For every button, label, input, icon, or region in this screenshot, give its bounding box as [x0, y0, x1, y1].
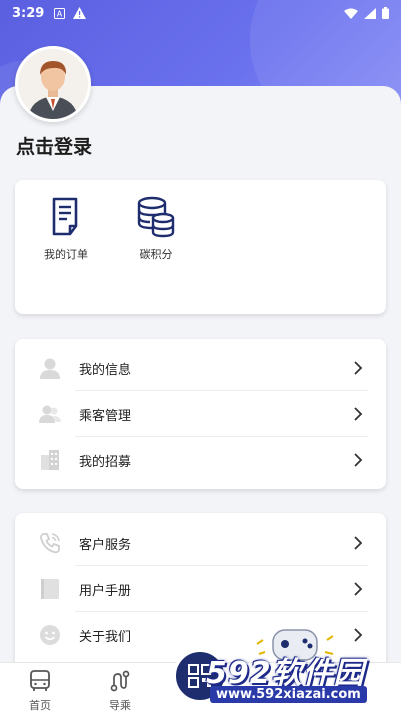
watermark-url: www.592xiazai.com: [210, 686, 367, 703]
avatar[interactable]: [15, 46, 91, 122]
chevron-right-icon: [354, 361, 363, 375]
status-time: 3:29: [12, 5, 45, 21]
chevron-right-icon: [354, 582, 363, 596]
battery-icon: [382, 7, 389, 19]
passengers-icon: [39, 405, 61, 423]
my-orders-button[interactable]: 我的订单: [26, 196, 106, 262]
building-icon: [41, 450, 59, 470]
nav-guide-label: 导乘: [109, 699, 131, 712]
my-orders-label: 我的订单: [44, 248, 88, 261]
carbon-points-icon: [137, 196, 175, 238]
menu-item-passenger-management[interactable]: 乘客管理: [15, 391, 386, 437]
watermark: 592软件园 www.592xiazai.com: [200, 646, 401, 714]
wifi-icon: [344, 8, 358, 19]
smile-icon: [40, 625, 60, 645]
order-icon: [52, 197, 78, 236]
menu-item-label: 乘客管理: [79, 408, 132, 424]
route-icon: [110, 670, 130, 692]
manual-icon: [41, 579, 59, 599]
menu-item-label: 关于我们: [79, 629, 132, 645]
phone-icon: [40, 533, 60, 554]
menu-item-label: 客户服务: [79, 537, 132, 553]
menu-item-label: 我的招募: [79, 454, 132, 470]
chevron-right-icon: [354, 407, 363, 421]
login-prompt[interactable]: 点击登录: [16, 132, 92, 159]
menu-item-my-info[interactable]: 我的信息: [15, 345, 386, 391]
quick-actions-card: 我的订单 碳积分: [15, 180, 386, 314]
warning-icon: [73, 7, 87, 19]
menu-item-label: 我的信息: [79, 362, 132, 378]
menu-item-user-manual[interactable]: 用户手册: [15, 566, 386, 612]
carbon-points-button[interactable]: 碳积分: [116, 196, 196, 262]
menu-item-label: 用户手册: [79, 583, 132, 599]
carbon-points-label: 碳积分: [139, 248, 173, 261]
status-bar: 3:29 A: [0, 0, 401, 26]
nav-home-label: 首页: [29, 699, 51, 712]
user-icon: [40, 358, 60, 379]
chevron-right-icon: [354, 453, 363, 467]
signal-icon: [364, 7, 376, 19]
account-menu-card: 我的信息 乘客管理 我的招募: [15, 339, 386, 489]
chevron-right-icon: [354, 628, 363, 642]
svg-text:A: A: [57, 9, 63, 18]
menu-item-my-recruitment[interactable]: 我的招募: [15, 437, 386, 483]
chevron-right-icon: [354, 536, 363, 550]
notification-a-icon: A: [54, 7, 66, 19]
avatar-illustration-icon: [18, 49, 88, 119]
nav-guide[interactable]: 导乘: [94, 669, 146, 713]
bus-icon: [30, 670, 50, 691]
nav-home[interactable]: 首页: [14, 669, 66, 713]
menu-item-customer-service[interactable]: 客户服务: [15, 520, 386, 566]
